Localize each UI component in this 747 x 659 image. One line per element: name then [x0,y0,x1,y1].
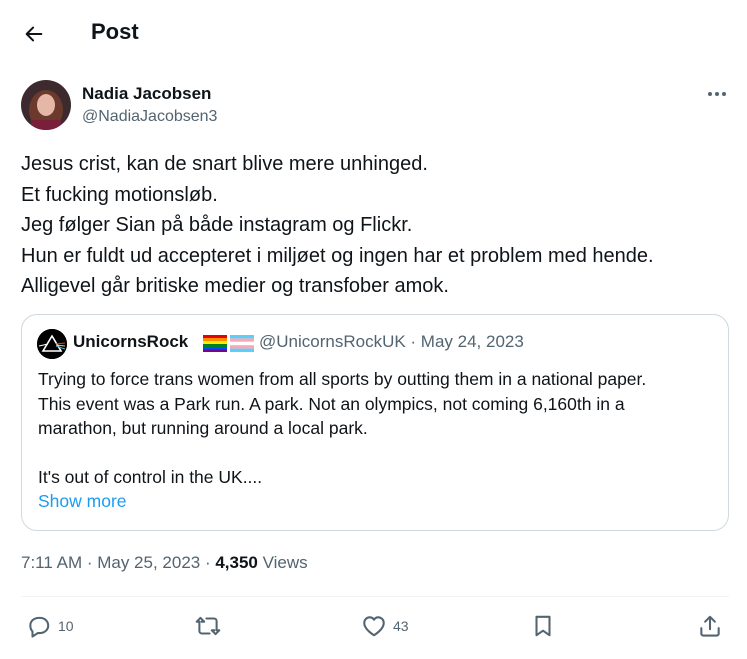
post-text-line: Alligevel går britiske medier og transfo… [21,275,449,297]
post-timestamp: 7:11 AM · May 25, 2023 · 4,350 Views [21,553,308,573]
reply-count: 10 [58,618,74,634]
quoted-text: Trying to force trans women from all spo… [38,367,718,490]
divider [21,596,729,597]
post-text-line: Jeg følger Sian på både instagram og Fli… [21,214,413,236]
like-count: 43 [393,618,409,634]
quoted-text-line: It's out of control in the UK.... [38,467,263,487]
heart-icon [363,616,385,637]
rainbow-flag-icon [203,335,227,352]
quoted-text-line: Trying to force trans women from all spo… [38,369,647,389]
views-count: 4,350 [215,553,258,572]
avatar[interactable] [21,80,71,130]
repost-button[interactable] [194,606,228,646]
author-name[interactable]: Nadia Jacobsen [82,84,211,104]
quoted-author-name[interactable]: UnicornsRock [73,332,188,352]
share-button[interactable] [697,606,723,646]
quoted-text-line: marathon, but running around a local par… [38,418,368,438]
action-bar: 10 43 [0,606,747,646]
repost-icon [195,616,221,636]
quoted-text-line: This event was a Park run. A park. Not a… [38,393,625,414]
post-text-line: Jesus crist, kan de snart blive mere unh… [21,153,428,175]
quoted-text-line [38,441,718,466]
page-title: Post [91,19,139,44]
post-text-line: Hun er fuldt ud accepteret i miljøet og … [21,244,654,267]
quoted-avatar[interactable] [37,329,67,359]
share-icon [700,615,720,637]
quoted-handle-date: @UnicornsRockUK · May 24, 2023 [259,332,524,351]
bookmark-icon [535,615,551,637]
show-more-link[interactable]: Show more [38,491,127,512]
views-label: Views [257,553,308,572]
like-button[interactable]: 43 [361,606,409,646]
back-button[interactable] [20,20,48,48]
post-text: Jesus crist, kan de snart blive mere unh… [21,149,736,302]
arrow-left-icon [25,26,43,42]
flag-emojis [203,335,254,352]
post-text-line: Et fucking motionsløb. [21,183,218,206]
bookmark-button[interactable] [530,606,556,646]
reply-icon [29,616,50,638]
transgender-flag-icon [230,335,254,352]
author-handle[interactable]: @NadiaJacobsen3 [82,108,217,126]
post-time[interactable]: 7:11 AM · May 25, 2023 · [21,553,215,572]
reply-button[interactable]: 10 [26,606,74,646]
page-header: Post [0,0,747,66]
more-options-icon[interactable] [703,84,731,104]
quoted-post[interactable]: UnicornsRock @UnicornsRockUK · May 24, 2… [21,314,729,531]
